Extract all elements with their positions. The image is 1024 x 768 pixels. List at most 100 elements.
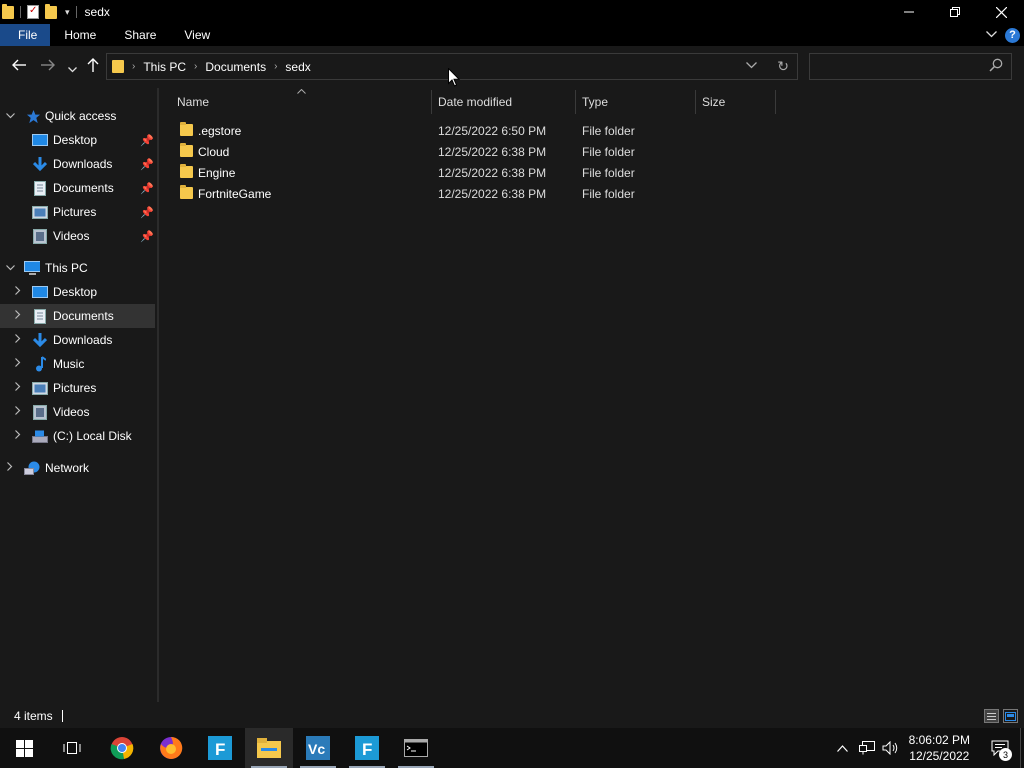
expand-ribbon-chevron-icon[interactable] <box>986 29 997 41</box>
nav-quick-videos[interactable]: Videos 📌 <box>0 224 155 248</box>
file-name: FortniteGame <box>198 187 272 201</box>
nav-quick-access[interactable]: Quick access <box>0 104 155 128</box>
downloads-icon <box>32 332 48 348</box>
file-name: Engine <box>198 166 236 180</box>
clock[interactable]: 8:06:02 PM 12/25/2022 <box>909 732 970 764</box>
chevron-down-icon[interactable] <box>4 263 16 274</box>
breadcrumb-separator-icon[interactable]: › <box>132 61 135 72</box>
computer-icon <box>24 260 40 276</box>
quick-access-toolbar: ▾ <box>0 0 83 24</box>
nav-label: Videos <box>53 229 90 243</box>
file-row[interactable]: FortniteGame 12/25/2022 6:38 PM File fol… <box>159 183 1024 204</box>
file-row[interactable]: Cloud 12/25/2022 6:38 PM File folder <box>159 141 1024 162</box>
recent-locations-button[interactable] <box>62 60 82 78</box>
breadcrumb-sedx[interactable]: sedx <box>285 60 310 74</box>
nav-quick-desktop[interactable]: Desktop 📌 <box>0 128 155 152</box>
breadcrumb-separator-icon[interactable]: › <box>194 61 197 72</box>
fortnite-button[interactable]: F <box>196 728 244 768</box>
chevron-right-icon[interactable] <box>4 462 16 474</box>
pin-icon[interactable]: 📌 <box>140 182 154 195</box>
close-button[interactable] <box>978 0 1024 24</box>
file-date: 12/25/2022 6:38 PM <box>438 145 547 159</box>
new-folder-icon[interactable] <box>45 3 57 19</box>
chrome-button[interactable] <box>98 728 146 768</box>
nav-network[interactable]: Network <box>0 456 155 480</box>
nav-pc-downloads[interactable]: Downloads <box>0 328 155 352</box>
file-row[interactable]: .egstore 12/25/2022 6:50 PM File folder <box>159 120 1024 141</box>
desktop-icon <box>32 132 48 148</box>
firefox-button[interactable] <box>147 728 195 768</box>
tab-view[interactable]: View <box>170 24 224 46</box>
column-divider[interactable] <box>775 90 776 114</box>
minimize-button[interactable] <box>886 0 932 24</box>
nav-quick-documents[interactable]: Documents 📌 <box>0 176 155 200</box>
customize-toolbar-chevron-icon[interactable]: ▾ <box>65 7 70 18</box>
column-type[interactable]: Type <box>582 88 692 116</box>
search-input[interactable] <box>809 53 1012 80</box>
chevron-right-icon[interactable] <box>12 430 24 442</box>
nav-quick-pictures[interactable]: Pictures 📌 <box>0 200 155 224</box>
file-row[interactable]: Engine 12/25/2022 6:38 PM File folder <box>159 162 1024 183</box>
tab-file[interactable]: File <box>0 24 51 46</box>
notifications-button[interactable]: 3 <box>980 728 1020 768</box>
address-history-chevron-icon[interactable] <box>746 60 757 72</box>
task-view-button[interactable] <box>48 728 96 768</box>
column-divider[interactable] <box>695 90 696 114</box>
terminal-button[interactable] <box>392 728 440 768</box>
vmware-button[interactable]: Vc <box>294 728 342 768</box>
chevron-right-icon[interactable] <box>12 286 24 298</box>
pin-icon[interactable]: 📌 <box>140 134 154 147</box>
close-icon <box>995 6 1007 18</box>
refresh-icon[interactable]: ↻ <box>777 58 789 75</box>
breadcrumb-documents[interactable]: Documents <box>205 60 266 74</box>
window-title: sedx <box>84 5 110 19</box>
volume-button[interactable] <box>879 728 903 768</box>
pin-icon[interactable]: 📌 <box>140 206 154 219</box>
file-explorer-button[interactable] <box>245 728 293 768</box>
nav-pc-local-disk[interactable]: (C:) Local Disk <box>0 424 155 448</box>
up-button[interactable] <box>83 58 103 77</box>
breadcrumb-this-pc[interactable]: This PC <box>143 60 186 74</box>
forward-button[interactable] <box>38 58 58 76</box>
nav-label: (C:) Local Disk <box>53 429 132 443</box>
nav-this-pc[interactable]: This PC <box>0 256 155 280</box>
file-type: File folder <box>582 166 635 180</box>
start-button[interactable] <box>0 728 48 768</box>
nav-pc-documents[interactable]: Documents <box>0 304 155 328</box>
large-icons-view-button[interactable] <box>1003 709 1018 723</box>
show-desktop-button[interactable] <box>1020 728 1024 768</box>
column-size[interactable]: Size <box>702 88 772 116</box>
tab-home[interactable]: Home <box>50 24 110 46</box>
show-hidden-icons-button[interactable] <box>831 728 855 768</box>
column-divider[interactable] <box>575 90 576 114</box>
chevron-right-icon[interactable] <box>12 358 24 370</box>
nav-pc-desktop[interactable]: Desktop <box>0 280 155 304</box>
nav-pc-pictures[interactable]: Pictures <box>0 376 155 400</box>
chevron-right-icon[interactable] <box>12 310 24 322</box>
properties-icon[interactable] <box>27 5 39 19</box>
nav-pc-music[interactable]: Music <box>0 352 155 376</box>
task-view-icon <box>63 742 81 754</box>
pin-icon[interactable]: 📌 <box>140 158 154 171</box>
star-icon <box>25 108 41 124</box>
breadcrumb-separator-icon[interactable]: › <box>274 61 277 72</box>
restore-button[interactable] <box>932 0 978 24</box>
chevron-right-icon[interactable] <box>12 334 24 346</box>
folder-icon[interactable] <box>2 3 14 19</box>
chevron-right-icon[interactable] <box>12 406 24 418</box>
pin-icon[interactable]: 📌 <box>140 230 154 243</box>
fortnite-button[interactable]: F <box>343 728 391 768</box>
details-view-button[interactable] <box>984 709 999 723</box>
column-date-modified[interactable]: Date modified <box>438 88 574 116</box>
restore-icon <box>950 7 960 17</box>
navigation-bar: › This PC › Documents › sedx ↻ <box>0 46 1024 88</box>
back-button[interactable] <box>9 58 29 76</box>
tab-share[interactable]: Share <box>110 24 170 46</box>
nav-pc-videos[interactable]: Videos <box>0 400 155 424</box>
column-divider[interactable] <box>431 90 432 114</box>
nav-quick-downloads[interactable]: Downloads 📌 <box>0 152 155 176</box>
help-icon[interactable]: ? <box>1005 27 1020 43</box>
chevron-down-icon[interactable] <box>4 111 16 122</box>
chevron-right-icon[interactable] <box>12 382 24 394</box>
network-status-button[interactable] <box>855 728 879 768</box>
